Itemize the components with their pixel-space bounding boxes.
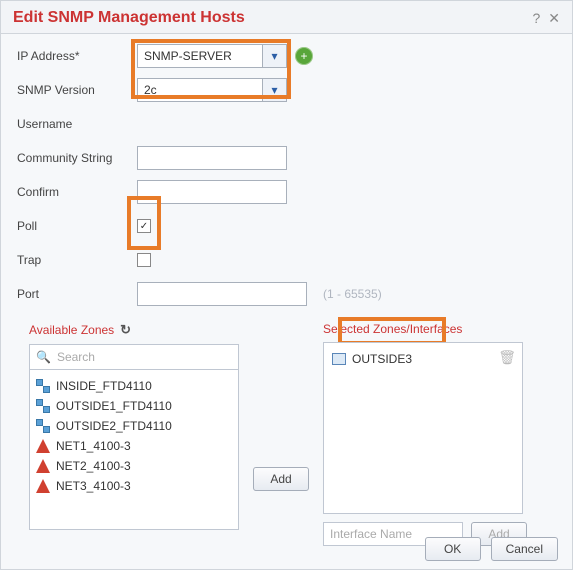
add-ip-button[interactable]: + [295, 47, 313, 65]
snmp-version-value: 2c [144, 83, 157, 97]
net-icon [36, 459, 50, 473]
chevron-down-icon[interactable]: ▾ [262, 45, 286, 67]
check-icon: ✓ [140, 221, 148, 232]
row-confirm: Confirm [17, 180, 556, 204]
add-zone-button[interactable]: Add [253, 467, 309, 491]
list-item[interactable]: NET3_4100-3 [34, 476, 234, 496]
port-input[interactable] [137, 282, 307, 306]
row-port: Port (1 - 65535) [17, 282, 556, 306]
selected-zones-list[interactable]: 🗑 OUTSIDE3 [323, 342, 523, 514]
zone-item-label: INSIDE_FTD4110 [56, 379, 152, 393]
dialog-footer: OK Cancel [425, 537, 558, 561]
available-zones-col: Available Zones ↻ 🔍 Search INSIDE_FTD411… [29, 322, 239, 546]
poll-checkbox[interactable]: ✓ [137, 219, 151, 233]
row-trap: Trap [17, 248, 556, 272]
username-label: Username [17, 117, 137, 131]
ip-address-value: SNMP-SERVER [144, 49, 232, 63]
row-ip: IP Address* SNMP-SERVER ▾ + [17, 44, 556, 68]
available-zones-title: Available Zones ↻ [29, 322, 239, 338]
zone-icon [36, 399, 50, 413]
ip-label: IP Address* [17, 49, 137, 63]
dialog-title: Edit SNMP Management Hosts [13, 9, 245, 27]
header-controls: ? ✕ [532, 10, 560, 27]
list-item[interactable]: OUTSIDE3 [330, 349, 516, 369]
zones-mid-col: Add [253, 322, 309, 546]
refresh-icon[interactable]: ↻ [120, 322, 131, 338]
zone-item-label: NET3_4100-3 [56, 479, 131, 493]
ok-button[interactable]: OK [425, 537, 481, 561]
zone-item-label: OUTSIDE1_FTD4110 [56, 399, 172, 413]
port-label: Port [17, 287, 137, 301]
trash-icon[interactable]: 🗑 [498, 349, 516, 366]
zone-item-label: NET1_4100-3 [56, 439, 131, 453]
interface-icon [332, 353, 346, 365]
form-area: IP Address* SNMP-SERVER ▾ + SNMP Version… [1, 34, 572, 306]
zone-item-label: OUTSIDE2_FTD4110 [56, 419, 172, 433]
poll-label: Poll [17, 219, 137, 233]
list-item[interactable]: OUTSIDE2_FTD4110 [34, 416, 234, 436]
list-item[interactable]: OUTSIDE1_FTD4110 [34, 396, 234, 416]
list-item[interactable]: NET2_4100-3 [34, 456, 234, 476]
chevron-down-icon[interactable]: ▾ [262, 79, 286, 101]
zone-icon [36, 379, 50, 393]
community-label: Community String [17, 151, 137, 165]
zone-icon [36, 419, 50, 433]
zones-area: Available Zones ↻ 🔍 Search INSIDE_FTD411… [1, 316, 572, 546]
search-icon: 🔍 [36, 350, 51, 364]
row-poll: Poll ✓ [17, 214, 556, 238]
port-hint: (1 - 65535) [323, 287, 382, 301]
selected-item-label: OUTSIDE3 [352, 352, 412, 366]
row-username: Username [17, 112, 556, 136]
confirm-label: Confirm [17, 185, 137, 199]
cancel-button[interactable]: Cancel [491, 537, 558, 561]
trap-checkbox[interactable] [137, 253, 151, 267]
trap-label: Trap [17, 253, 137, 267]
row-version: SNMP Version 2c ▾ [17, 78, 556, 102]
available-zones-label: Available Zones [29, 323, 114, 337]
selected-zones-col: Selected Zones/Interfaces 🗑 OUTSIDE3 Int… [323, 322, 527, 546]
selected-zones-title: Selected Zones/Interfaces [323, 322, 527, 336]
version-label: SNMP Version [17, 83, 137, 97]
row-community: Community String [17, 146, 556, 170]
search-placeholder: Search [57, 350, 95, 364]
net-icon [36, 479, 50, 493]
zone-search-input[interactable]: 🔍 Search [29, 344, 239, 370]
close-icon[interactable]: ✕ [548, 10, 560, 27]
available-zones-list[interactable]: INSIDE_FTD4110 OUTSIDE1_FTD4110 OUTSIDE2… [29, 370, 239, 530]
help-icon[interactable]: ? [532, 10, 540, 27]
net-icon [36, 439, 50, 453]
interface-placeholder: Interface Name [330, 527, 412, 541]
community-input[interactable] [137, 146, 287, 170]
list-item[interactable]: NET1_4100-3 [34, 436, 234, 456]
snmp-version-combo[interactable]: 2c ▾ [137, 78, 287, 102]
confirm-input[interactable] [137, 180, 287, 204]
list-item[interactable]: INSIDE_FTD4110 [34, 376, 234, 396]
dialog-header: Edit SNMP Management Hosts ? ✕ [1, 1, 572, 34]
zone-item-label: NET2_4100-3 [56, 459, 131, 473]
ip-address-combo[interactable]: SNMP-SERVER ▾ [137, 44, 287, 68]
